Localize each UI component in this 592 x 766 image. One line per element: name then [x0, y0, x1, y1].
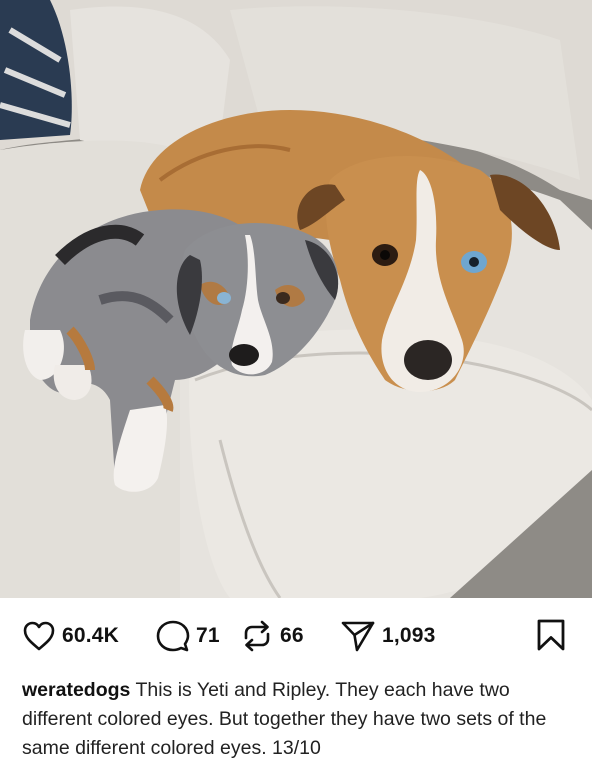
dogs-on-couch-image	[0, 0, 592, 598]
caption-username[interactable]: weratedogs	[22, 679, 130, 701]
save-button[interactable]	[535, 618, 567, 657]
send-icon	[341, 621, 375, 652]
like-button[interactable]: 60.4K	[22, 618, 119, 654]
post-actions-bar: 60.4K 71 66 1,093	[0, 598, 592, 674]
heart-icon	[23, 621, 55, 651]
comment-count: 71	[196, 624, 220, 647]
repost-icon	[244, 620, 270, 652]
post-caption: weratedogs This is Yeti and Ripley. They…	[22, 676, 578, 763]
post-photo[interactable]	[0, 0, 592, 598]
bookmark-icon	[537, 619, 565, 651]
instagram-post: 60.4K 71 66 1,093 weratedogs This is Yet…	[0, 0, 592, 766]
repost-count: 66	[280, 624, 304, 647]
share-count: 1,093	[382, 624, 436, 647]
comment-button[interactable]: 71	[156, 618, 220, 654]
share-button[interactable]: 1,093	[340, 618, 436, 654]
repost-button[interactable]: 66	[240, 618, 304, 654]
like-count: 60.4K	[62, 624, 120, 647]
comment-bubble-icon	[156, 620, 190, 652]
